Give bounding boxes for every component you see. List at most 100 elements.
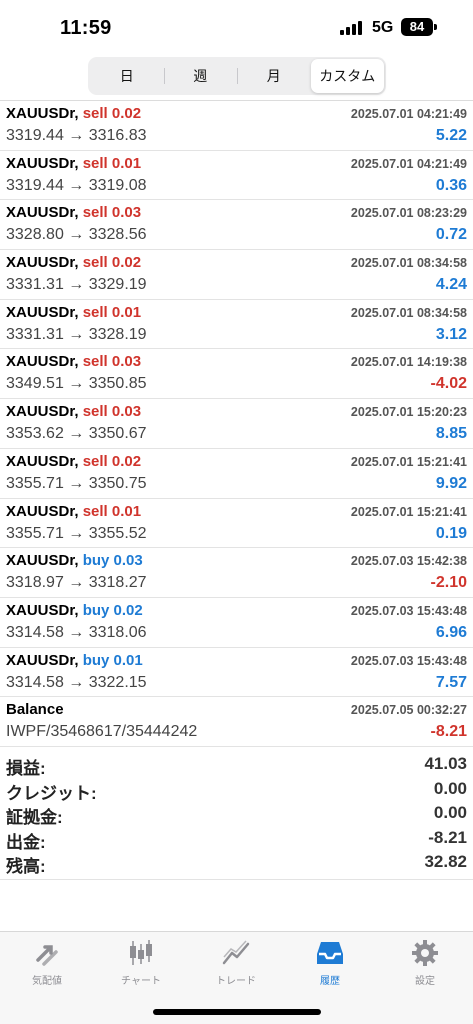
trade-date: 2025.07.01 08:34:58	[350, 256, 467, 271]
trade-side: sell	[82, 303, 108, 321]
trade-row[interactable]: XAUUSDr, buy 0.02 2025.07.03 15:43:48 3314…	[0, 598, 473, 648]
trade-lots: 0.01	[111, 303, 142, 321]
trade-date: 2025.07.01 14:19:38	[350, 355, 467, 370]
candlestick-chart-icon	[130, 940, 152, 965]
tab-trade[interactable]: トレード	[189, 938, 283, 987]
segment-custom[interactable]: カスタム	[310, 59, 384, 93]
trade-side: buy	[82, 552, 110, 570]
cellular-signal-icon	[340, 21, 364, 35]
trade-row[interactable]: XAUUSDr, sell 0.02 2025.07.01 15:21:41 335…	[0, 449, 473, 499]
status-time: 11:59	[60, 17, 112, 39]
trade-lots: 0.03	[111, 204, 142, 222]
trade-date: 2025.07.01 08:34:58	[350, 305, 467, 320]
trade-profit: 9.92	[435, 474, 467, 492]
trade-side: sell	[82, 204, 108, 222]
inbox-history-icon	[317, 942, 343, 964]
symbol-name: XAUUSDr,	[6, 353, 79, 371]
tab-label: 履歴	[320, 976, 340, 987]
summary-value: 0.00	[433, 803, 467, 822]
trade-profit: -4.02	[430, 375, 467, 393]
symbol-name: XAUUSDr,	[6, 651, 79, 669]
symbol-name: XAUUSDr,	[6, 154, 79, 172]
summary-label: 出金:	[6, 832, 46, 852]
balance-date: 2025.07.05 00:32:27	[350, 703, 467, 718]
trade-symbol: XAUUSDr, sell 0.03	[6, 403, 141, 420]
trade-symbol: XAUUSDr, sell 0.01	[6, 503, 141, 520]
trade-lots: 0.02	[111, 452, 142, 470]
trade-row[interactable]: XAUUSDr, sell 0.03 2025.07.01 08:23:29 332…	[0, 200, 473, 251]
trade-row[interactable]: XAUUSDr, sell 0.02 2025.07.01 08:34:58 333…	[0, 250, 473, 300]
trade-prices: 3319.44 → 3316.83	[6, 127, 147, 144]
trade-lots: 0.01	[113, 651, 143, 669]
summary-value: 32.82	[424, 852, 467, 871]
trade-date: 2025.07.01 15:20:23	[350, 405, 467, 420]
trade-date: 2025.07.03 15:42:38	[350, 554, 467, 569]
trade-symbol: XAUUSDr, sell 0.03	[6, 353, 141, 370]
symbol-name: XAUUSDr,	[6, 105, 79, 122]
trade-date: 2025.07.01 08:23:29	[350, 206, 467, 221]
tab-history[interactable]: 履歴	[283, 938, 377, 987]
trade-row[interactable]: XAUUSDr, sell 0.03 2025.07.01 15:20:23 335…	[0, 399, 473, 449]
tab-label: 設定	[415, 976, 435, 987]
trade-symbol: XAUUSDr, buy 0.01	[6, 652, 143, 669]
tab-label: チャート	[121, 976, 161, 987]
segment-week[interactable]: 週	[163, 59, 238, 93]
trade-prices: 3318.97 → 3318.27	[6, 574, 147, 592]
trade-lots: 0.01	[111, 502, 142, 520]
trade-lots: 0.02	[111, 105, 142, 122]
tab-settings[interactable]: 設定	[378, 938, 472, 987]
trade-date: 2025.07.01 15:21:41	[350, 504, 467, 519]
symbol-name: XAUUSDr,	[6, 502, 79, 520]
summary-value: 0.00	[433, 778, 467, 798]
tab-quotes[interactable]: 気配値	[0, 938, 94, 987]
symbol-name: XAUUSDr,	[6, 303, 79, 321]
home-indicator	[153, 1009, 321, 1015]
summary-label: 証拠金:	[6, 808, 63, 827]
symbol-name: XAUUSDr,	[6, 403, 79, 421]
trade-profit: 7.57	[435, 673, 467, 691]
trade-date: 2025.07.01 04:21:49	[350, 107, 467, 121]
summary-section: 損益: 41.03 クレジット: 0.00 証拠金: 0.00 出金: -8.21 残高: 32.…	[0, 752, 473, 876]
trade-side: sell	[82, 254, 108, 272]
symbol-name: XAUUSDr,	[6, 552, 79, 570]
trade-prices: 3349.51 → 3350.85	[6, 375, 147, 393]
trade-side: sell	[82, 452, 108, 470]
battery-tip	[434, 24, 437, 30]
network-type: 5G	[372, 19, 394, 36]
summary-row: 証拠金: 0.00	[0, 801, 473, 827]
trade-prices: 3319.44 → 3319.08	[6, 176, 147, 194]
trade-lots: 0.02	[113, 601, 143, 619]
trade-row[interactable]: XAUUSDr, sell 0.01 2025.07.01 04:21:49 331…	[0, 151, 473, 201]
symbol-name: XAUUSDr,	[6, 204, 79, 222]
trade-side: buy	[82, 651, 110, 669]
trade-lots: 0.03	[111, 403, 142, 421]
trade-row[interactable]: XAUUSDr, sell 0.01 2025.07.01 08:34:58 333…	[0, 300, 473, 350]
segment-day[interactable]: 日	[90, 59, 164, 93]
trade-row[interactable]: XAUUSDr, sell 0.03 2025.07.01 14:19:38 334…	[0, 349, 473, 400]
summary-divider	[0, 879, 473, 880]
trade-lots: 0.03	[113, 552, 143, 570]
gear-icon	[412, 940, 438, 966]
tab-chart[interactable]: チャート	[94, 938, 188, 987]
symbol-name: XAUUSDr,	[6, 601, 79, 619]
summary-label: クレジット:	[6, 783, 97, 803]
segment-month[interactable]: 月	[237, 59, 311, 93]
trade-row[interactable]: XAUUSDr, sell 0.02 2025.07.01 04:21:49 331…	[0, 101, 473, 151]
trade-row[interactable]: XAUUSDr, sell 0.01 2025.07.01 15:21:41 335…	[0, 499, 473, 549]
trade-symbol: XAUUSDr, sell 0.01	[6, 155, 141, 172]
trade-profit: 3.12	[435, 325, 467, 343]
trade-profit: 8.85	[435, 425, 467, 443]
trade-profit: 0.72	[435, 226, 467, 244]
trade-date: 2025.07.01 04:21:49	[350, 156, 467, 171]
trade-profit: 0.36	[435, 176, 467, 194]
trade-profit: 4.24	[435, 276, 467, 294]
balance-row[interactable]: Balance 2025.07.05 00:32:27 IWPF/35468617/…	[0, 697, 473, 747]
balance-amount: -8.21	[430, 723, 467, 741]
trade-prices: 3355.71 → 3355.52	[6, 524, 147, 542]
trade-symbol: XAUUSDr, buy 0.02	[6, 602, 143, 619]
trade-row[interactable]: XAUUSDr, buy 0.01 2025.07.03 15:43:48 3314…	[0, 648, 473, 698]
trade-side: sell	[82, 154, 108, 172]
trade-date: 2025.07.03 15:43:48	[350, 603, 467, 618]
trade-row[interactable]: XAUUSDr, buy 0.03 2025.07.03 15:42:38 3318…	[0, 548, 473, 598]
trade-symbol: XAUUSDr, sell 0.02	[6, 453, 141, 470]
